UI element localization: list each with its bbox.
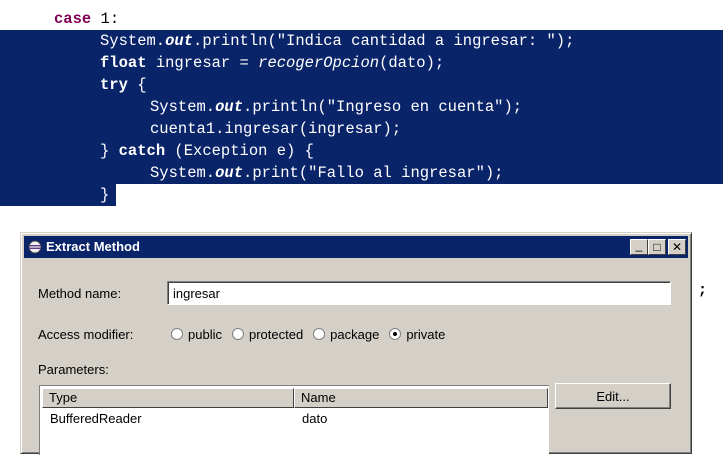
radio-circle-checked[interactable] — [389, 328, 402, 340]
table-cell-name: dato — [302, 411, 328, 426]
code-line-selected: System.out.println("Indica cantidad a in… — [0, 30, 723, 52]
parameters-table: Type Name BufferedReader dato — [39, 385, 549, 455]
radio-package[interactable]: package — [313, 327, 379, 342]
access-modifier-label: Access modifier: — [38, 327, 134, 342]
code-line-selected: System.out.print("Fallo al ingresar"); — [0, 162, 723, 184]
code-trailing-semicolon: ; — [698, 282, 708, 299]
table-cell-type: BufferedReader — [50, 411, 142, 426]
dialog-title: Extract Method — [46, 239, 140, 254]
radio-circle[interactable] — [231, 328, 244, 340]
code-keyword: case — [54, 10, 92, 28]
code-line-selected: try { — [0, 74, 723, 96]
radio-circle[interactable] — [171, 328, 183, 340]
radio-private[interactable]: private — [389, 327, 445, 342]
eclipse-icon — [28, 240, 42, 254]
code-line: case 1: — [54, 10, 120, 28]
radio-protected[interactable]: protected — [231, 327, 303, 342]
maximize-icon: □ — [653, 240, 661, 254]
dialog-titlebar[interactable]: Extract Method _ □ ✕ — [24, 236, 688, 258]
minimize-button[interactable]: _ — [630, 239, 648, 255]
radio-public[interactable]: public — [171, 327, 222, 342]
code-line-selected: cuenta1.ingresar(ingresar); — [0, 118, 723, 140]
code-line-selected: float ingresar = recogerOpcion(dato); — [0, 52, 723, 74]
method-name-input[interactable] — [167, 281, 671, 305]
table-header: Type Name — [42, 388, 548, 408]
close-button[interactable]: ✕ — [668, 239, 686, 255]
code-line-selected: } catch (Exception e) { — [0, 140, 723, 162]
minimize-icon: _ — [635, 238, 643, 252]
parameters-label: Parameters: — [38, 362, 109, 377]
code-line-selected: System.out.println("Ingreso en cuenta"); — [0, 96, 723, 118]
column-header-type[interactable]: Type — [42, 388, 294, 408]
maximize-button[interactable]: □ — [648, 239, 666, 255]
access-modifier-radio-group: public protected package private — [171, 325, 455, 343]
column-header-name[interactable]: Name — [294, 388, 548, 408]
close-icon: ✕ — [671, 240, 683, 254]
code-line-selected: } — [0, 184, 116, 206]
radio-circle[interactable] — [313, 328, 326, 340]
edit-button[interactable]: Edit... — [555, 383, 671, 409]
extract-method-dialog: Extract Method _ □ ✕ Method name: Access… — [20, 232, 692, 455]
method-name-label: Method name: — [38, 286, 122, 301]
